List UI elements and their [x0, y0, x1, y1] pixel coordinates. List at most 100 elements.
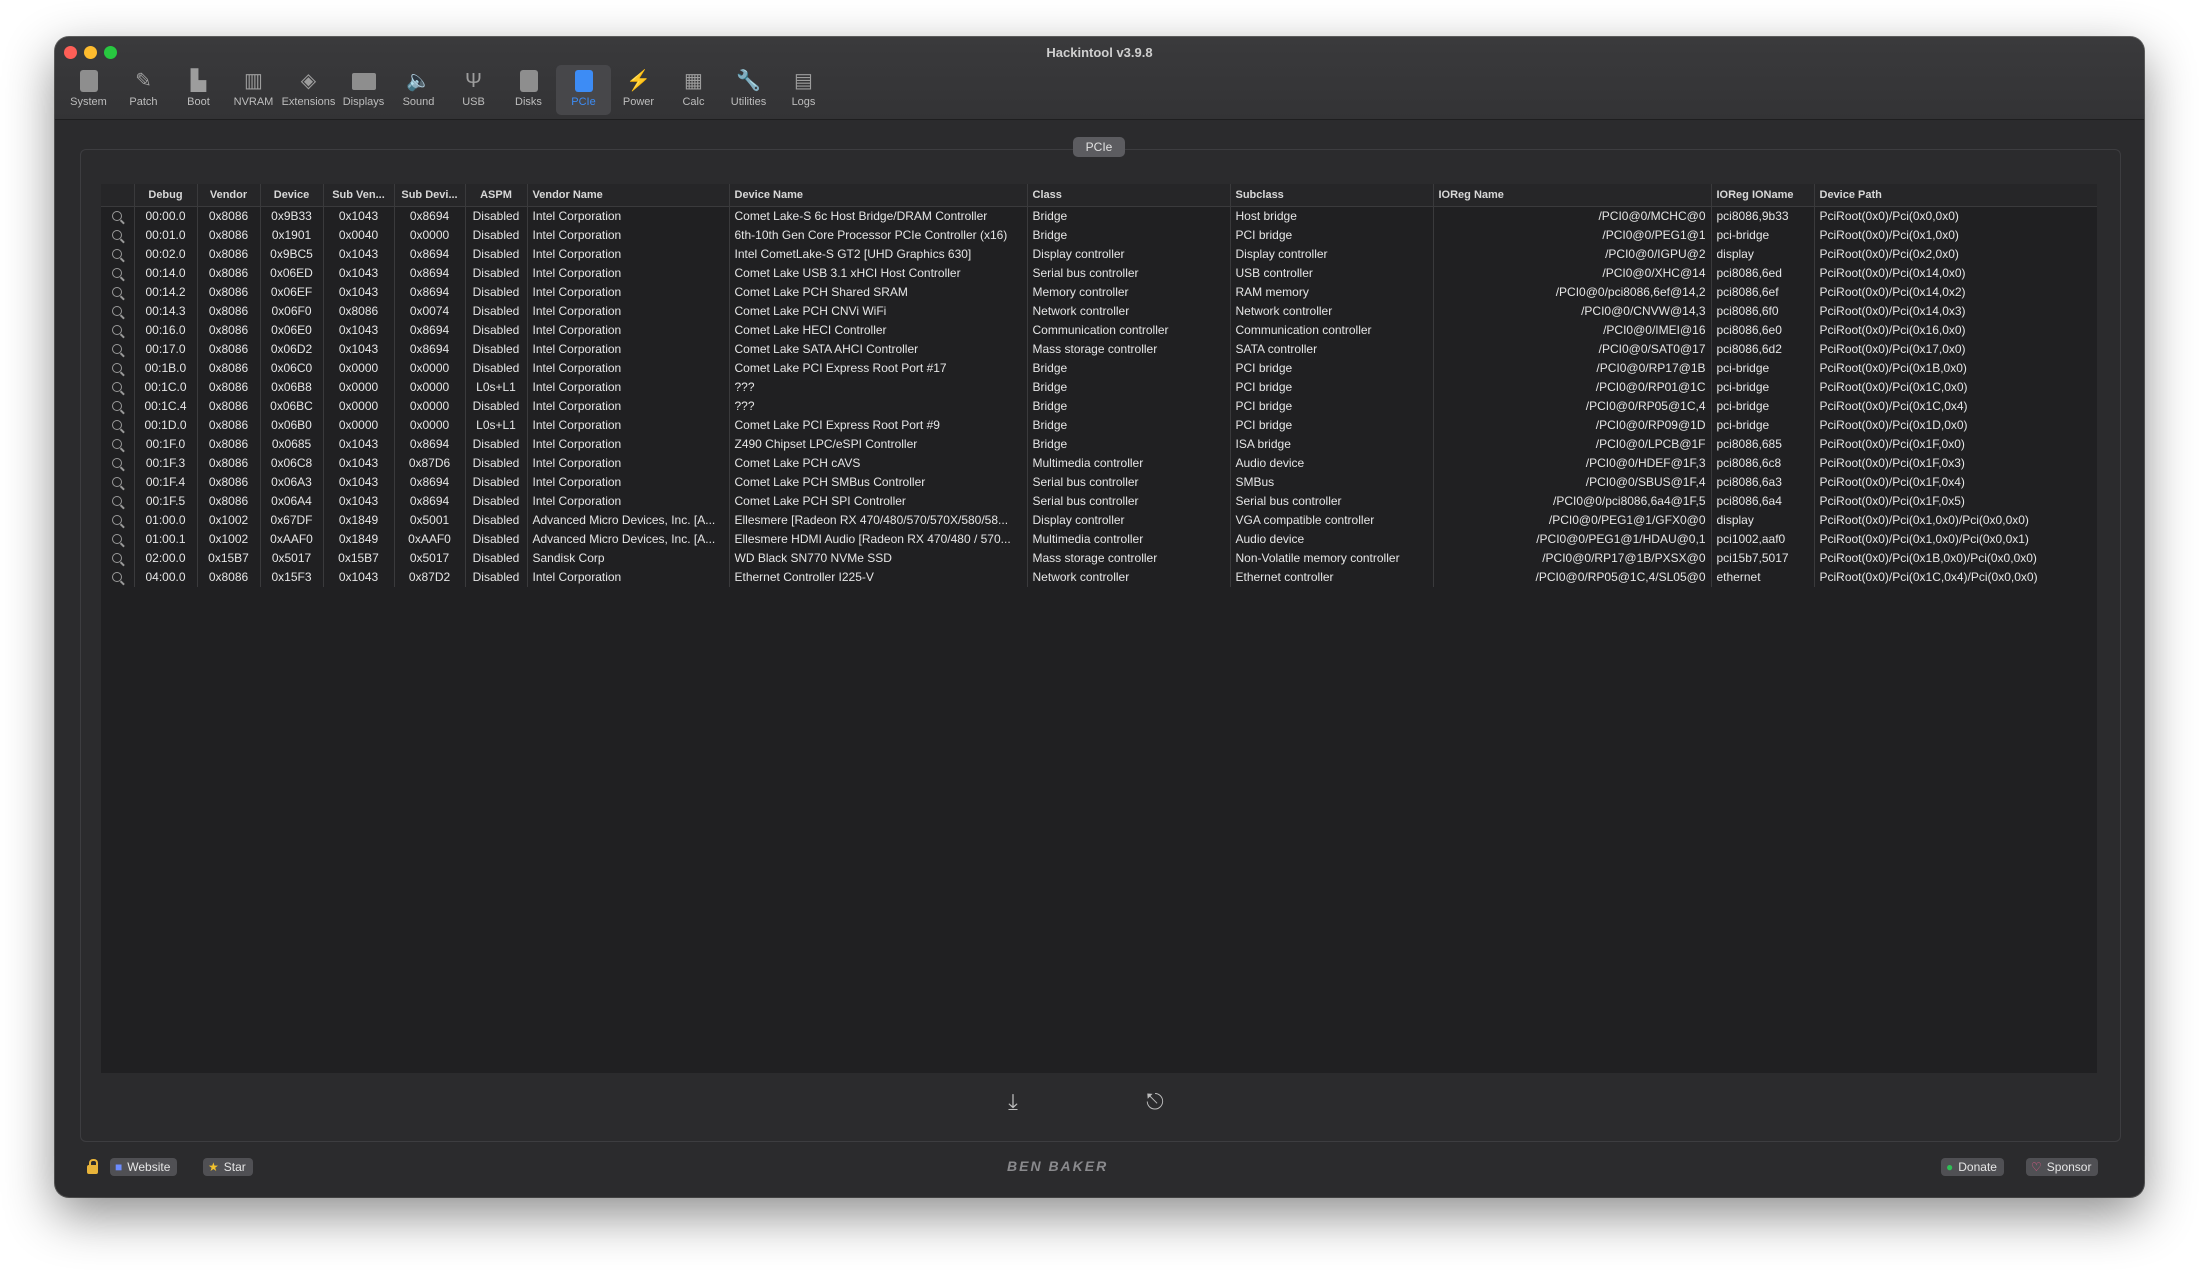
table-cell: 0xAAF0 — [260, 530, 324, 549]
row-lookup-cell[interactable] — [101, 492, 135, 511]
row-lookup-cell[interactable] — [101, 264, 135, 283]
table-cell: Display controller — [1027, 245, 1231, 264]
magnifier-icon[interactable] — [112, 249, 123, 259]
magnifier-icon[interactable] — [112, 477, 123, 487]
table-row[interactable]: 00:1B.0 0x8086 0x06C0 0x0000 0x0000 Disabled I… — [101, 359, 2097, 378]
table-row[interactable]: 00:1C.0 0x8086 0x06B8 0x0000 0x0000 L0s+L1 Int… — [101, 378, 2097, 397]
star-button[interactable]: ★ Star — [203, 1158, 253, 1176]
toolbar-logs[interactable]: ▤ Logs — [776, 65, 831, 115]
toolbar-usb[interactable]: Ψ USB — [446, 65, 501, 115]
magnifier-icon[interactable] — [112, 553, 123, 563]
magnifier-icon[interactable] — [112, 515, 123, 525]
magnifier-icon[interactable] — [112, 363, 123, 373]
table-row[interactable]: 00:14.3 0x8086 0x06F0 0x8086 0x0074 Disabled I… — [101, 302, 2097, 321]
table-row[interactable]: 00:1F.3 0x8086 0x06C8 0x1043 0x87D6 Disabled I… — [101, 454, 2097, 473]
table-row[interactable]: 00:1C.4 0x8086 0x06BC 0x0000 0x0000 Disabled I… — [101, 397, 2097, 416]
sponsor-button[interactable]: ♡ Sponsor — [2026, 1158, 2099, 1176]
row-lookup-cell[interactable] — [101, 245, 135, 264]
column-header-sub-device[interactable]: Sub Devi... — [394, 184, 466, 207]
toolbar-patch[interactable]: ✎ Patch — [116, 65, 171, 115]
row-lookup-cell[interactable] — [101, 530, 135, 549]
magnifier-icon[interactable] — [112, 230, 123, 240]
row-lookup-cell[interactable] — [101, 226, 135, 245]
column-header-device[interactable]: Device — [260, 184, 324, 207]
row-lookup-cell[interactable] — [101, 321, 135, 340]
row-lookup-cell[interactable] — [101, 435, 135, 454]
toolbar-sound[interactable]: 🔈 Sound — [391, 65, 446, 115]
toolbar-extensions[interactable]: ◈ Extensions — [281, 65, 336, 115]
table-row[interactable]: 01:00.0 0x1002 0x67DF 0x1849 0x5001 Disabled A… — [101, 511, 2097, 530]
table-row[interactable]: 00:01.0 0x8086 0x1901 0x0040 0x0000 Disabled I… — [101, 226, 2097, 245]
row-lookup-cell[interactable] — [101, 302, 135, 321]
toolbar-calc[interactable]: ▦ Calc — [666, 65, 721, 115]
magnifier-icon[interactable] — [112, 325, 123, 335]
table-row[interactable]: 00:1F.4 0x8086 0x06A3 0x1043 0x8694 Disabled I… — [101, 473, 2097, 492]
toolbar-disks[interactable]: Disks — [501, 65, 556, 115]
row-lookup-cell[interactable] — [101, 568, 135, 587]
column-header-debug[interactable]: Debug — [134, 184, 198, 207]
download-icon[interactable]: ⤓ — [1000, 1089, 1026, 1115]
table-row[interactable]: 02:00.0 0x15B7 0x5017 0x15B7 0x5017 Disabled S… — [101, 549, 2097, 568]
table-row[interactable]: 00:14.2 0x8086 0x06EF 0x1043 0x8694 Disabled I… — [101, 283, 2097, 302]
magnifier-icon[interactable] — [112, 287, 123, 297]
column-header-vendor[interactable]: Vendor — [197, 184, 261, 207]
row-lookup-cell[interactable] — [101, 340, 135, 359]
row-lookup-cell[interactable] — [101, 454, 135, 473]
lock-icon[interactable] — [87, 1159, 98, 1174]
column-header-ioreg-name[interactable]: IOReg Name — [1433, 184, 1712, 207]
magnifier-icon[interactable] — [112, 439, 123, 449]
magnifier-icon[interactable] — [112, 382, 123, 392]
magnifier-icon[interactable] — [112, 401, 123, 411]
toolbar-boot[interactable]: ▙ Boot — [171, 65, 226, 115]
row-lookup-cell[interactable] — [101, 359, 135, 378]
table-row[interactable]: 00:00.0 0x8086 0x9B33 0x1043 0x8694 Disabled I… — [101, 206, 2097, 226]
table-row[interactable]: 00:1D.0 0x8086 0x06B0 0x0000 0x0000 L0s+L1 Int… — [101, 416, 2097, 435]
toolbar-utilities[interactable]: 🔧 Utilities — [721, 65, 776, 115]
row-lookup-cell[interactable] — [101, 283, 135, 302]
row-lookup-cell[interactable] — [101, 206, 135, 226]
column-header-vendor-name[interactable]: Vendor Name — [527, 184, 730, 207]
row-lookup-cell[interactable] — [101, 378, 135, 397]
toolbar-nvram[interactable]: ▥ NVRAM — [226, 65, 281, 115]
table-row[interactable]: 00:16.0 0x8086 0x06E0 0x1043 0x8694 Disabled I… — [101, 321, 2097, 340]
toolbar-power[interactable]: ⚡ Power — [611, 65, 666, 115]
row-lookup-cell[interactable] — [101, 416, 135, 435]
magnifier-icon[interactable] — [112, 268, 123, 278]
magnifier-icon[interactable] — [112, 420, 123, 430]
magnifier-icon[interactable] — [112, 496, 123, 506]
table-row[interactable]: 00:02.0 0x8086 0x9BC5 0x1043 0x8694 Disabled I… — [101, 245, 2097, 264]
magnifier-icon[interactable] — [112, 211, 123, 221]
magnifier-icon[interactable] — [112, 534, 123, 544]
table-row[interactable]: 04:00.0 0x8086 0x15F3 0x1043 0x87D2 Disabled I… — [101, 568, 2097, 587]
system-icon — [76, 68, 102, 94]
toolbar-displays[interactable]: Displays — [336, 65, 391, 115]
magnifier-icon[interactable] — [112, 306, 123, 316]
row-lookup-cell[interactable] — [101, 549, 135, 568]
table-row[interactable]: 00:1F.5 0x8086 0x06A4 0x1043 0x8694 Disabled I… — [101, 492, 2097, 511]
table-row[interactable]: 00:1F.0 0x8086 0x0685 0x1043 0x8694 Disabled I… — [101, 435, 2097, 454]
table-cell: 0x8086 — [197, 206, 261, 226]
row-lookup-cell[interactable] — [101, 511, 135, 530]
column-header-ioreg-ioname[interactable]: IOReg IOName — [1711, 184, 1815, 207]
column-header-aspm[interactable]: ASPM — [465, 184, 528, 207]
table-row[interactable]: 01:00.1 0x1002 0xAAF0 0x1849 0xAAF0 Disabled A… — [101, 530, 2097, 549]
toolbar-pcie[interactable]: PCIe — [556, 65, 611, 115]
magnifier-icon[interactable] — [112, 458, 123, 468]
website-button[interactable]: ■ Website — [110, 1158, 178, 1176]
donate-button[interactable]: ● Donate — [1941, 1158, 2004, 1176]
table-row[interactable]: 00:17.0 0x8086 0x06D2 0x1043 0x8694 Disabled I… — [101, 340, 2097, 359]
column-header-class[interactable]: Class — [1027, 184, 1231, 207]
exit-icon[interactable]: ⎋ — [1142, 1089, 1168, 1115]
table-row[interactable]: 00:14.0 0x8086 0x06ED 0x1043 0x8694 Disabled I… — [101, 264, 2097, 283]
column-header-sub-vendor[interactable]: Sub Ven... — [323, 184, 395, 207]
pcie-table[interactable]: Debug Vendor Device Sub Ven... Sub Devi.… — [101, 184, 2097, 1073]
row-lookup-cell[interactable] — [101, 397, 135, 416]
row-lookup-cell[interactable] — [101, 473, 135, 492]
column-header-device-path[interactable]: Device Path — [1814, 184, 2097, 207]
toolbar-system[interactable]: System — [61, 65, 116, 115]
magnifier-icon[interactable] — [112, 344, 123, 354]
magnifier-icon[interactable] — [112, 572, 123, 582]
column-header-subclass[interactable]: Subclass — [1230, 184, 1434, 207]
column-header-search[interactable] — [101, 184, 135, 207]
column-header-device-name[interactable]: Device Name — [729, 184, 1028, 207]
